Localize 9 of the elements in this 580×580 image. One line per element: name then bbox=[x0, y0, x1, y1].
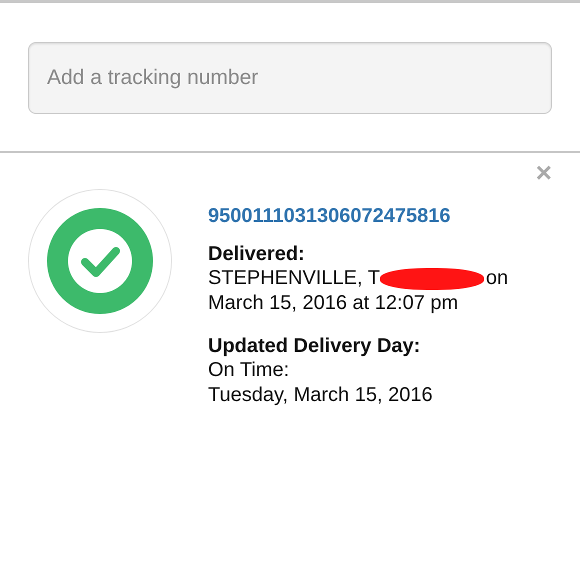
detail-text: Tuesday, March 15, 2016 bbox=[208, 383, 433, 408]
section-heading: Updated Delivery Day: bbox=[208, 334, 422, 358]
detail-text: March 15, 2016 at 12:07 pm bbox=[208, 291, 458, 316]
tracking-number-field[interactable]: Add a tracking number bbox=[28, 42, 552, 114]
detail-text: on bbox=[486, 266, 508, 291]
section-heading: Delivered: bbox=[208, 242, 306, 266]
tracking-number-link[interactable]: 9500111031306072475816 bbox=[208, 205, 508, 228]
detail-text: STEPHENVILLE, T bbox=[208, 266, 380, 291]
detail-text: On Time: bbox=[208, 358, 290, 383]
